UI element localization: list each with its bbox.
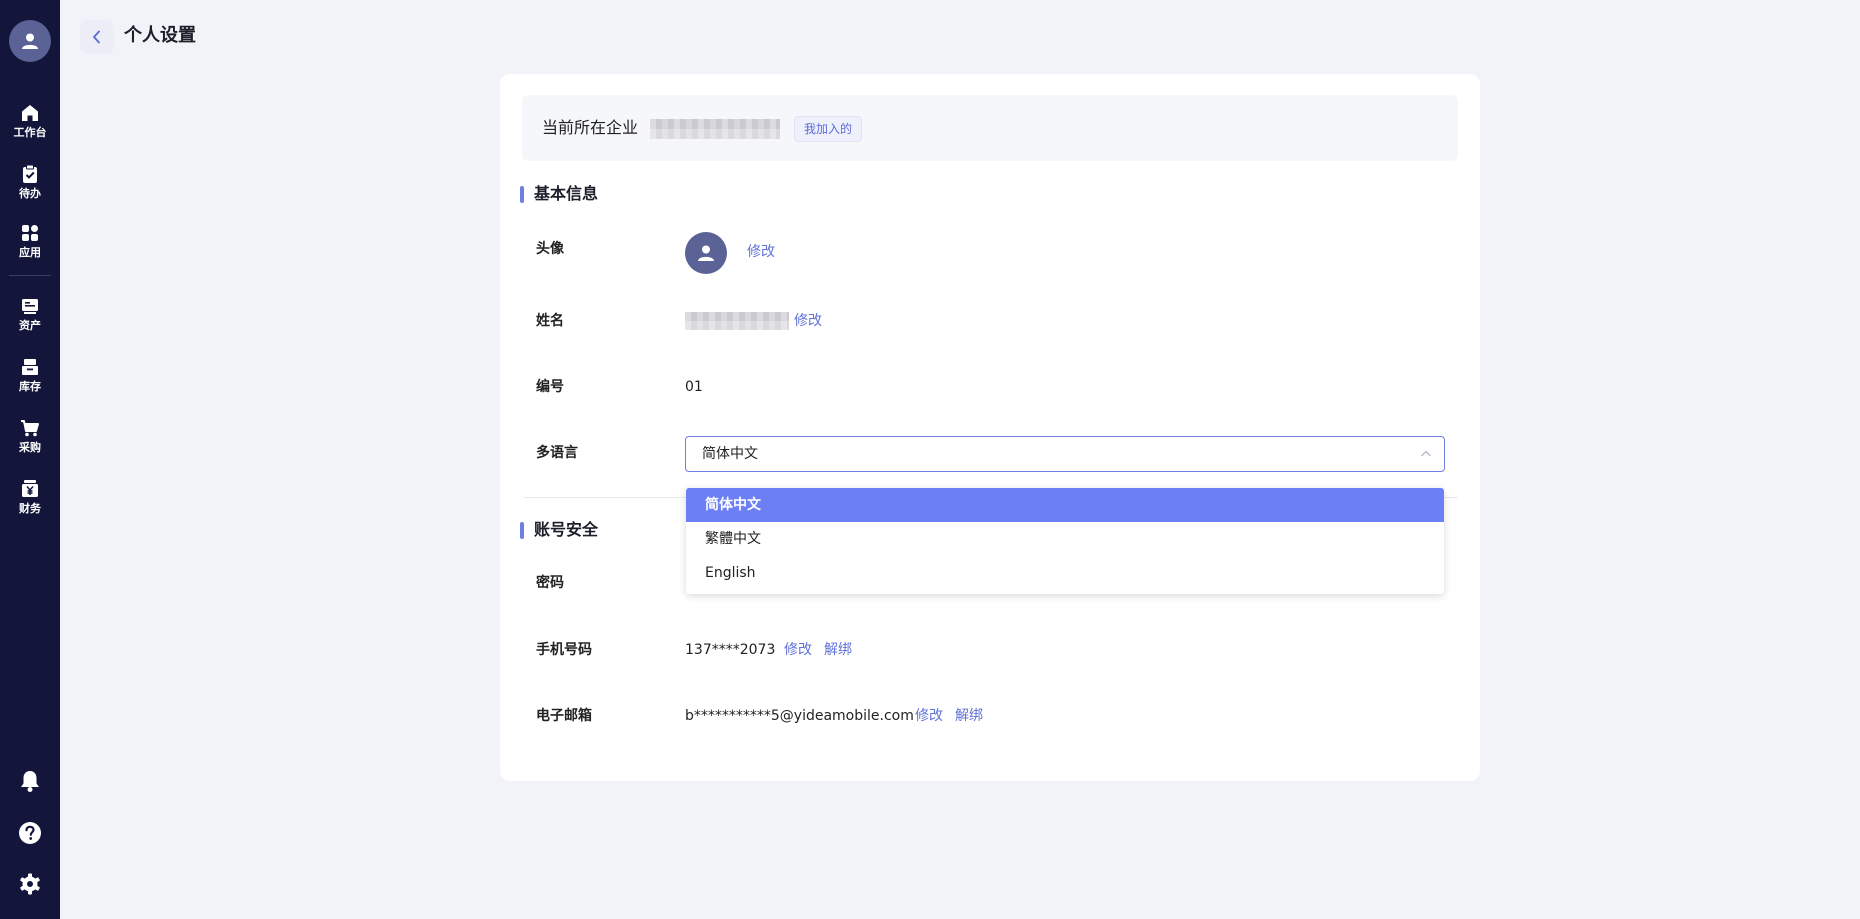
user-icon xyxy=(698,245,714,261)
notifications-button[interactable] xyxy=(0,766,60,796)
sidebar-item-label: 应用 xyxy=(19,246,41,259)
home-icon xyxy=(22,105,38,121)
phone-edit-link[interactable]: 修改 xyxy=(784,640,812,660)
email-label: 电子邮箱 xyxy=(536,708,592,724)
sidebar-item-assets[interactable]: 资产 xyxy=(0,296,60,346)
account-security-header: 账号安全 xyxy=(520,519,598,541)
language-option-simplified-chinese[interactable]: 简体中文 xyxy=(686,488,1444,522)
company-name-redacted xyxy=(650,119,780,139)
help-button[interactable] xyxy=(0,818,60,848)
language-select-value: 简体中文 xyxy=(702,446,758,462)
avatar-label: 头像 xyxy=(536,241,564,257)
language-option-traditional-chinese[interactable]: 繁體中文 xyxy=(686,522,1444,556)
company-label: 当前所在企业 xyxy=(542,118,639,137)
sidebar-item-finance[interactable]: 财务 xyxy=(0,479,60,529)
password-label: 密码 xyxy=(536,575,564,591)
section-accent-bar xyxy=(520,521,524,539)
user-avatar[interactable] xyxy=(9,20,51,62)
sidebar-divider xyxy=(9,275,51,276)
sidebar: 工作台 待办 应用 资产 库存 采购 财务 xyxy=(0,0,60,919)
bell-icon xyxy=(21,771,39,792)
email-value: b***********5@yideamobile.com xyxy=(685,708,914,724)
language-select[interactable]: 简体中文 xyxy=(685,436,1445,472)
sidebar-item-workbench[interactable]: 工作台 xyxy=(0,103,60,153)
sidebar-item-todo[interactable]: 待办 xyxy=(0,164,60,214)
sidebar-item-apps[interactable]: 应用 xyxy=(0,223,60,273)
section-title: 账号安全 xyxy=(534,520,599,539)
language-option-english[interactable]: English xyxy=(686,556,1444,590)
sidebar-item-label: 财务 xyxy=(19,502,41,515)
gear-icon xyxy=(20,873,40,895)
avatar-edit-link[interactable]: 修改 xyxy=(747,242,775,262)
section-title: 基本信息 xyxy=(534,184,599,203)
phone-label: 手机号码 xyxy=(536,642,592,658)
phone-value: 137****2073 xyxy=(685,642,776,658)
basic-info-header: 基本信息 xyxy=(520,183,598,205)
user-icon xyxy=(22,33,38,49)
chevron-up-icon xyxy=(1421,450,1431,457)
settings-card: 当前所在企业 我加入的 基本信息 头像 修改 姓名 修改 编号 01 多语言 简… xyxy=(500,74,1480,781)
settings-button[interactable] xyxy=(0,869,60,899)
name-label: 姓名 xyxy=(536,313,564,329)
cart-icon xyxy=(21,420,39,437)
language-label: 多语言 xyxy=(536,445,578,461)
avatar[interactable] xyxy=(685,232,727,274)
chevron-left-icon xyxy=(93,30,100,44)
company-bar: 当前所在企业 我加入的 xyxy=(522,95,1458,161)
number-value: 01 xyxy=(685,379,703,395)
back-button[interactable] xyxy=(80,20,114,54)
language-dropdown: 简体中文 繁體中文 English xyxy=(686,488,1444,594)
clipboard-check-icon xyxy=(23,164,37,183)
page-title: 个人设置 xyxy=(124,25,196,46)
email-unbind-link[interactable]: 解绑 xyxy=(955,706,983,726)
number-label: 编号 xyxy=(536,379,564,395)
sidebar-item-inventory[interactable]: 库存 xyxy=(0,357,60,407)
section-accent-bar xyxy=(520,185,524,203)
sidebar-item-purchase[interactable]: 采购 xyxy=(0,418,60,468)
name-edit-link[interactable]: 修改 xyxy=(794,311,822,331)
grid-icon xyxy=(22,225,38,241)
sidebar-item-label: 库存 xyxy=(19,380,41,393)
finance-icon xyxy=(22,480,38,497)
sidebar-item-label: 待办 xyxy=(19,187,41,200)
help-icon xyxy=(19,822,41,844)
phone-unbind-link[interactable]: 解绑 xyxy=(824,640,852,660)
sidebar-item-label: 工作台 xyxy=(13,126,47,139)
asset-icon xyxy=(22,299,38,314)
inventory-icon xyxy=(22,359,38,375)
company-badge: 我加入的 xyxy=(794,116,863,142)
email-edit-link[interactable]: 修改 xyxy=(915,706,943,726)
sidebar-item-label: 资产 xyxy=(19,319,41,332)
name-redacted xyxy=(685,312,789,330)
sidebar-item-label: 采购 xyxy=(19,441,41,454)
